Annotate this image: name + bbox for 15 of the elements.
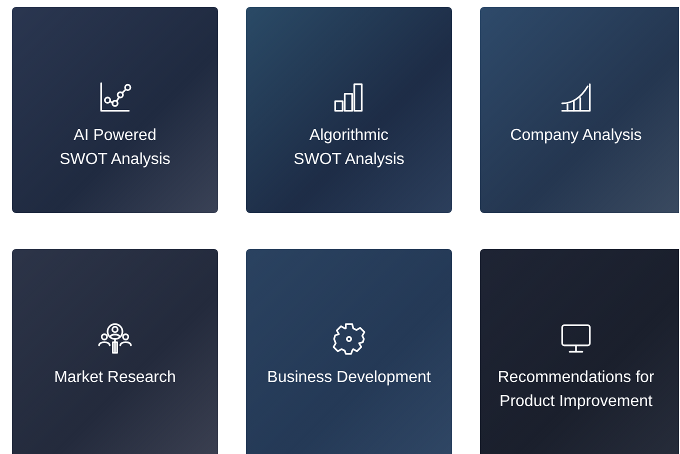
- card-title: Business Development: [267, 368, 431, 388]
- gear-icon: [332, 322, 366, 356]
- service-card[interactable]: Market Research: [12, 249, 218, 454]
- service-card[interactable]: AI Powered SWOT Analysis: [12, 7, 218, 213]
- card-title: Market Research: [54, 368, 176, 388]
- people-icon: [98, 322, 132, 356]
- service-card[interactable]: Company Analysis: [480, 7, 679, 213]
- card-title: AI Powered SWOT Analysis: [60, 126, 170, 170]
- service-card[interactable]: Recommendations for Product Improvement: [480, 249, 679, 454]
- card-title: Company Analysis: [510, 126, 642, 146]
- card-title: Recommendations for Product Improvement: [498, 368, 654, 412]
- service-card[interactable]: Business Development: [246, 249, 452, 454]
- service-card[interactable]: Algorithmic SWOT Analysis: [246, 7, 452, 213]
- card-title: Algorithmic SWOT Analysis: [294, 126, 404, 170]
- line-chart-icon: [98, 80, 132, 114]
